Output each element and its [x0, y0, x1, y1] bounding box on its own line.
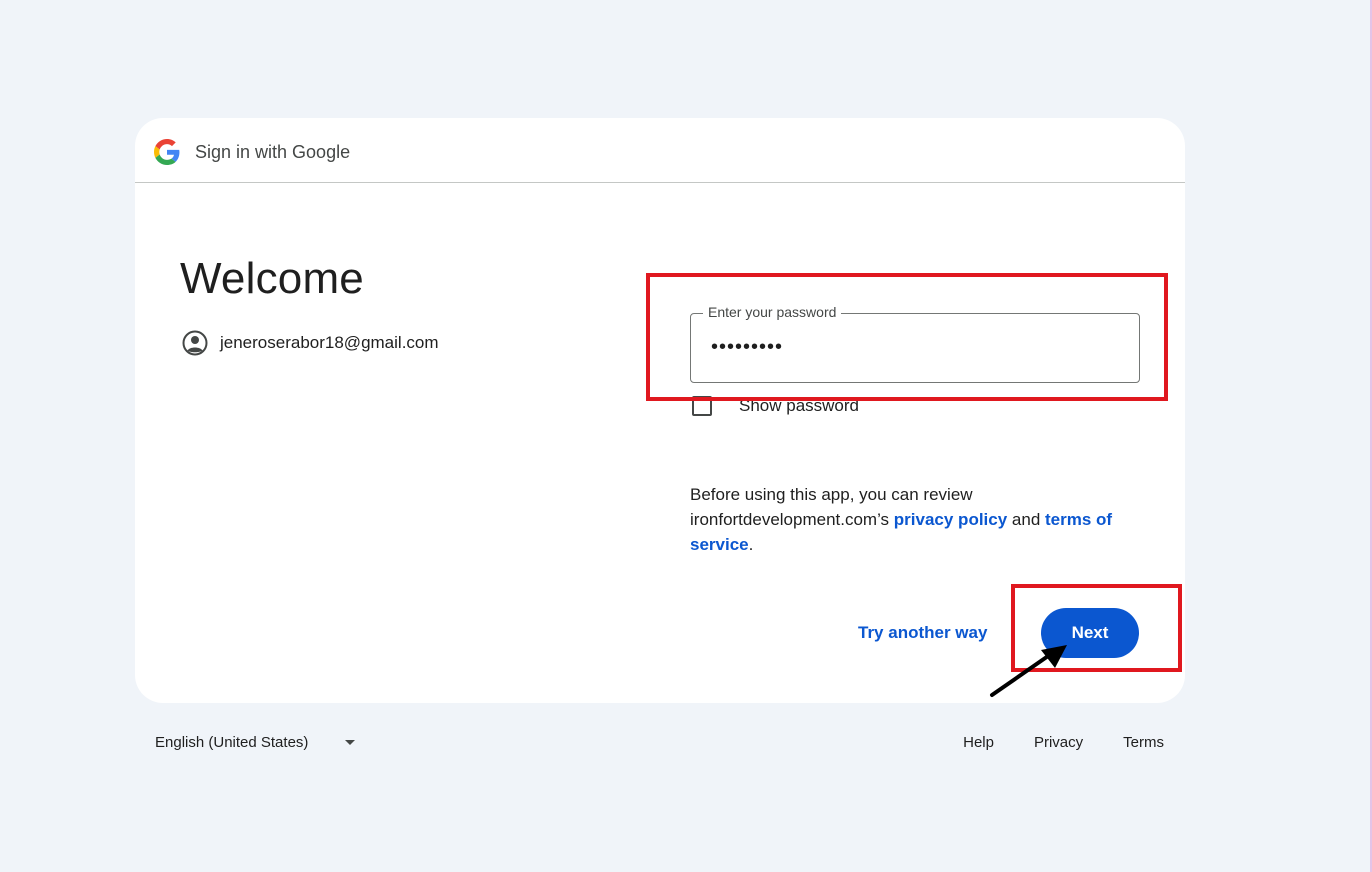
header-title: Sign in with Google: [195, 142, 351, 162]
footer-help-link[interactable]: Help: [963, 734, 994, 751]
page-title: Welcome: [180, 254, 364, 303]
privacy-policy-link[interactable]: privacy policy: [894, 510, 1007, 529]
chevron-down-icon: [345, 740, 356, 745]
google-g-icon: [154, 139, 180, 165]
account-circle-icon: [182, 330, 208, 356]
account-email: jeneroserabor18@gmail.com: [220, 333, 439, 352]
consent-text: Before using this app, you can review ir…: [690, 482, 1150, 557]
language-label: English (United States): [155, 734, 309, 751]
footer: English (United States) Help Privacy Ter…: [135, 730, 1185, 754]
try-another-way-button[interactable]: Try another way: [858, 623, 987, 643]
consent-text-part-2: and: [1007, 510, 1045, 529]
card-header: Sign in with Google: [135, 118, 1185, 183]
footer-privacy-link[interactable]: Privacy: [1034, 734, 1083, 751]
footer-terms-link[interactable]: Terms: [1123, 734, 1164, 751]
footer-links: Help Privacy Terms: [963, 734, 1164, 751]
consent-text-part-3: .: [748, 535, 754, 554]
account-chip[interactable]: jeneroserabor18@gmail.com: [181, 329, 439, 357]
annotation-arrow-icon: [990, 645, 1067, 697]
language-selector[interactable]: English (United States): [155, 734, 356, 751]
annotation-highlight-password: [646, 273, 1168, 401]
